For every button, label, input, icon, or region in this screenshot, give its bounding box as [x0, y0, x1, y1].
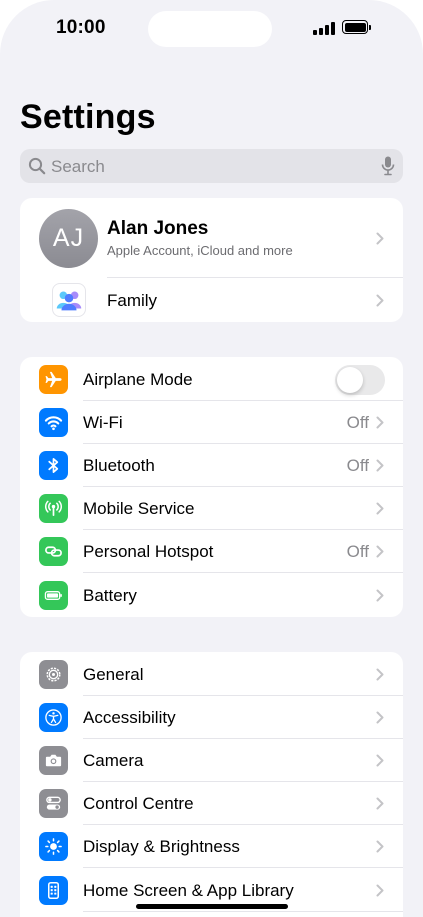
airplane-mode-toggle[interactable]: [335, 365, 385, 395]
home-screen-label: Home Screen & App Library: [83, 881, 294, 900]
chevron-right-icon: [376, 294, 384, 307]
account-group: AJ Alan Jones Apple Account, iCloud and …: [20, 198, 403, 322]
gear-icon: [39, 660, 68, 689]
camera-label: Camera: [83, 751, 144, 770]
chevron-right-icon: [376, 754, 384, 767]
chevron-right-icon: [376, 668, 384, 681]
chevron-right-icon: [376, 884, 384, 897]
battery-status-icon: [342, 20, 371, 34]
chevron-right-icon: [376, 459, 384, 472]
family-icon: [52, 283, 86, 317]
account-name: Alan Jones: [107, 218, 209, 239]
system-group: General Accessibility Camera Control Cen…: [20, 652, 403, 917]
row-separator: [83, 911, 403, 912]
home-screen-icon: [39, 876, 68, 905]
general-label: General: [83, 665, 144, 684]
antenna-icon: [39, 494, 68, 523]
bluetooth-icon: [39, 451, 68, 480]
status-time: 10:00: [56, 17, 106, 38]
wifi-icon: [39, 408, 68, 437]
chevron-right-icon: [376, 232, 384, 245]
mobile-service-row[interactable]: Mobile Service: [20, 486, 403, 530]
personal-hotspot-label: Personal Hotspot: [83, 542, 214, 561]
microphone-icon[interactable]: [381, 156, 395, 176]
battery-label: Battery: [83, 586, 137, 605]
control-centre-label: Control Centre: [83, 794, 194, 813]
accessibility-row[interactable]: Accessibility: [20, 695, 403, 739]
apple-account-row[interactable]: AJ Alan Jones Apple Account, iCloud and …: [20, 198, 403, 278]
search-field[interactable]: Search: [20, 149, 403, 183]
bluetooth-row[interactable]: Bluetooth Off: [20, 443, 403, 487]
control-centre-row[interactable]: Control Centre: [20, 781, 403, 825]
chevron-right-icon: [376, 502, 384, 515]
connectivity-group: Airplane Mode Wi-Fi Off Bluetooth Off Mo…: [20, 357, 403, 617]
airplane-mode-row[interactable]: Airplane Mode: [20, 357, 403, 401]
airplane-icon: [39, 365, 68, 394]
control-switches-icon: [39, 789, 68, 818]
mobile-service-label: Mobile Service: [83, 499, 195, 518]
battery-icon: [39, 581, 68, 610]
family-label: Family: [107, 291, 158, 310]
family-row[interactable]: Family: [20, 278, 403, 322]
chevron-right-icon: [376, 416, 384, 429]
camera-icon: [39, 746, 68, 775]
accessibility-icon: [39, 703, 68, 732]
hotspot-link-icon: [39, 537, 68, 566]
avatar: AJ: [39, 209, 98, 268]
bluetooth-value: Off: [346, 456, 369, 475]
dynamic-island: [148, 11, 272, 47]
sun-icon: [39, 832, 68, 861]
chevron-right-icon: [376, 589, 384, 602]
home-indicator[interactable]: [136, 904, 288, 909]
search-placeholder: Search: [51, 157, 105, 176]
toggle-knob: [337, 367, 363, 393]
accessibility-label: Accessibility: [83, 708, 176, 727]
bluetooth-label: Bluetooth: [83, 456, 155, 475]
wifi-label: Wi-Fi: [83, 413, 123, 432]
display-brightness-row[interactable]: Display & Brightness: [20, 824, 403, 868]
display-brightness-label: Display & Brightness: [83, 837, 240, 856]
chevron-right-icon: [376, 840, 384, 853]
general-row[interactable]: General: [20, 652, 403, 696]
wifi-value: Off: [346, 413, 369, 432]
search-icon: [28, 157, 46, 175]
cellular-signal-icon: [313, 22, 335, 35]
wifi-row[interactable]: Wi-Fi Off: [20, 400, 403, 444]
airplane-mode-label: Airplane Mode: [83, 370, 193, 389]
chevron-right-icon: [376, 797, 384, 810]
camera-row[interactable]: Camera: [20, 738, 403, 782]
battery-row[interactable]: Battery: [20, 573, 403, 617]
account-subtitle: Apple Account, iCloud and more: [107, 243, 293, 258]
personal-hotspot-row[interactable]: Personal Hotspot Off: [20, 529, 403, 573]
chevron-right-icon: [376, 711, 384, 724]
personal-hotspot-value: Off: [346, 542, 369, 561]
settings-screen: 10:00 Settings Search AJ Alan Jones Appl…: [0, 0, 423, 917]
chevron-right-icon: [376, 545, 384, 558]
page-title: Settings: [20, 98, 156, 136]
